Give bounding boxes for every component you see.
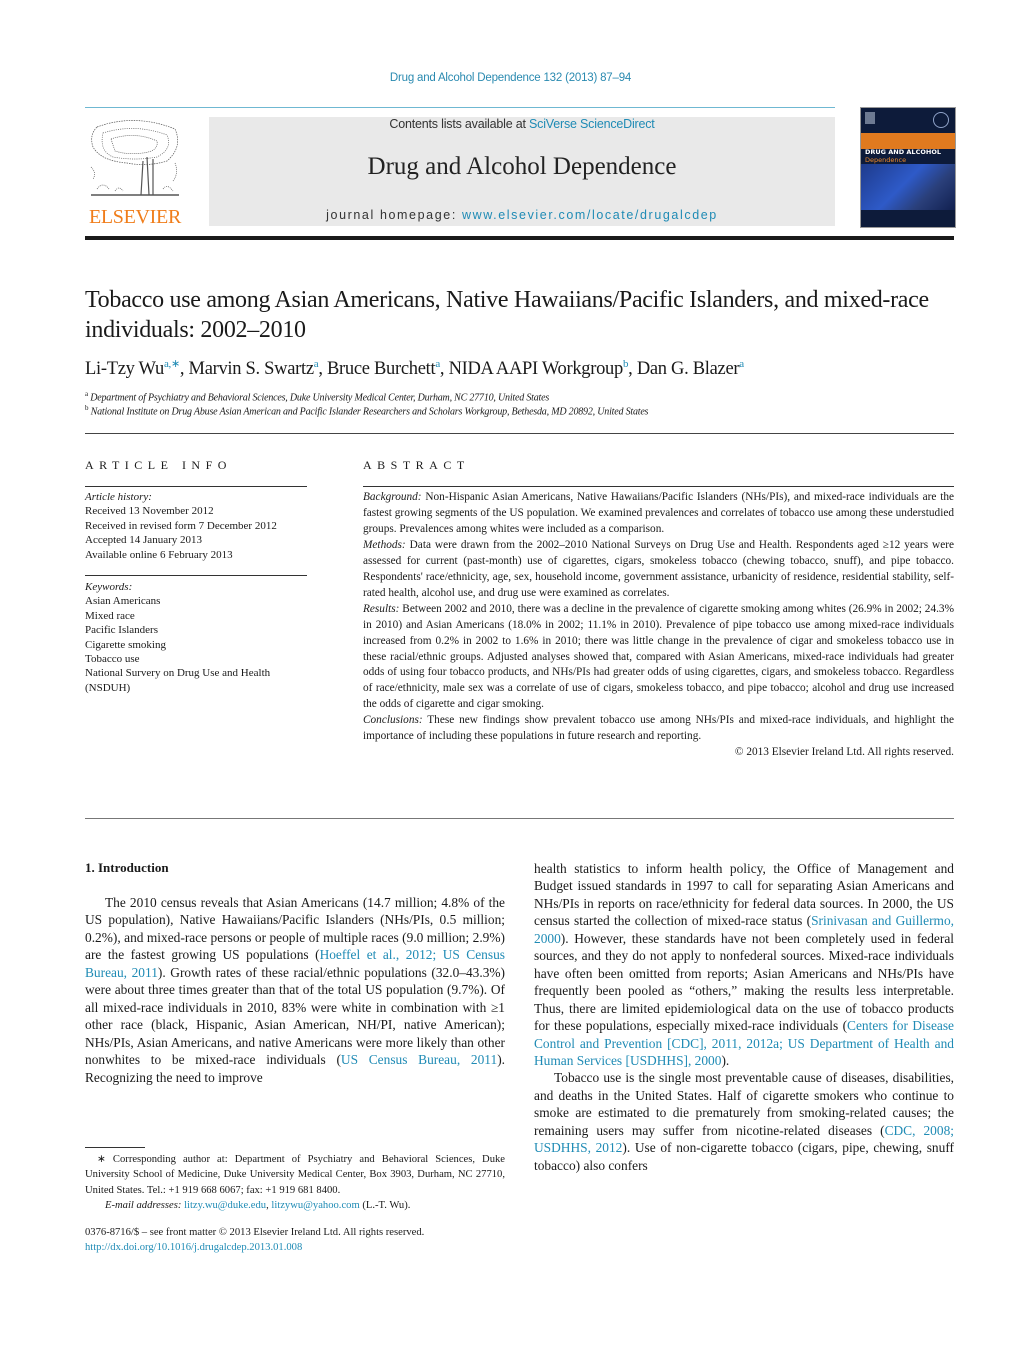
background-label: Background: xyxy=(363,491,422,503)
cover-subtitle: Dependence xyxy=(865,156,907,164)
article-info-heading: ARTICLE INFO xyxy=(85,458,232,472)
history-item: Accepted 14 January 2013 xyxy=(85,534,202,547)
abstract-conclusions: Conclusions: These new findings show pre… xyxy=(363,713,954,745)
elsevier-wordmark: ELSEVIER xyxy=(88,206,182,228)
body-column-left: The 2010 census reveals that Asian Ameri… xyxy=(85,894,505,1086)
email-suffix: (L.-T. Wu). xyxy=(359,1200,411,1212)
author-separator: , xyxy=(628,359,637,380)
keyword: Tobacco use xyxy=(85,653,140,666)
contents-prefix: Contents lists available at xyxy=(389,117,530,131)
keywords: Keywords: Asian Americans Mixed race Pac… xyxy=(85,580,325,695)
cover-photo xyxy=(861,164,955,210)
elsevier-logo[interactable]: ELSEVIER xyxy=(85,117,185,229)
affiliation-b: b National Institute on Drug Abuse Asian… xyxy=(85,404,965,417)
divider xyxy=(85,575,307,576)
background-text: Non-Hispanic Asian Americans, Native Haw… xyxy=(363,491,954,535)
journal-cover-thumbnail[interactable]: DRUG AND ALCOHOL Dependence xyxy=(860,107,956,228)
doi-link[interactable]: http://dx.doi.org/10.1016/j.drugalcdep.2… xyxy=(85,1240,505,1255)
cover-seal-icon xyxy=(933,112,949,128)
paragraph: health statistics to inform health polic… xyxy=(534,860,954,1069)
abstract-heading: ABSTRACT xyxy=(363,458,470,472)
author-affiliation-mark[interactable]: a xyxy=(739,358,744,370)
homepage-prefix: journal homepage: xyxy=(326,208,462,222)
email-link-duke[interactable]: litzy.wu@duke.edu xyxy=(184,1200,266,1211)
section-heading-introduction: 1. Introduction xyxy=(85,860,169,875)
divider xyxy=(85,433,954,434)
author-name[interactable]: Bruce Burchett xyxy=(327,359,436,379)
email-label: E-mail addresses: xyxy=(105,1200,182,1212)
keyword: (NSDUH) xyxy=(85,681,131,694)
abstract-methods: Methods: Data were drawn from the 2002–2… xyxy=(363,538,954,602)
elsevier-tree-icon xyxy=(87,117,183,201)
footnote-divider xyxy=(85,1147,145,1148)
body-column-right: health statistics to inform health polic… xyxy=(534,860,954,1174)
affiliation-mark: a xyxy=(85,390,88,398)
header-divider xyxy=(85,107,835,108)
abstract-background: Background: Non-Hispanic Asian Americans… xyxy=(363,490,954,538)
history-item: Available online 6 February 2013 xyxy=(85,548,233,561)
header-thick-divider xyxy=(85,236,954,240)
contents-line: Contents lists available at SciVerse Sci… xyxy=(209,117,835,131)
conclusions-text: These new findings show prevalent tobacc… xyxy=(363,714,954,743)
citation-link[interactable]: US Census Bureau, 2011 xyxy=(341,1052,497,1067)
methods-label: Methods: xyxy=(363,538,406,551)
divider xyxy=(85,818,954,819)
keyword: Cigarette smoking xyxy=(85,638,166,651)
abstract-results: Results: Between 2002 and 2010, there wa… xyxy=(363,602,954,714)
email-link-yahoo[interactable]: litzywu@yahoo.com xyxy=(271,1200,359,1211)
keywords-label: Keywords: xyxy=(85,581,133,593)
journal-homepage-line: journal homepage: www.elsevier.com/locat… xyxy=(209,208,835,222)
journal-reference-link[interactable]: Drug and Alcohol Dependence 132 (2013) 8… xyxy=(0,72,1021,84)
article-history: Article history: Received 13 November 20… xyxy=(85,490,325,562)
journal-masthead: Contents lists available at SciVerse Sci… xyxy=(209,117,835,226)
history-item: Received 13 November 2012 xyxy=(85,505,214,518)
author-name[interactable]: Dan G. Blazer xyxy=(637,359,740,379)
journal-title: Drug and Alcohol Dependence xyxy=(367,153,677,180)
paragraph: The 2010 census reveals that Asian Ameri… xyxy=(85,894,505,1086)
cover-title: DRUG AND ALCOHOL xyxy=(865,148,941,156)
author-list: Li-Tzy Wua,∗, Marvin S. Swartz a, Bruce B… xyxy=(85,357,965,380)
author-separator: , xyxy=(318,359,327,380)
affiliation-text: National Institute on Drug Abuse Asian A… xyxy=(90,406,649,418)
cover-orange-band xyxy=(861,133,955,149)
corresponding-author-footnote: ∗ Corresponding author at: Department of… xyxy=(85,1152,505,1214)
issn-line: 0376-8716/$ – see front matter © 2013 El… xyxy=(85,1227,425,1238)
affiliation-text: Department of Psychiatry and Behavioral … xyxy=(90,392,550,404)
author-name[interactable]: NIDA AAPI Workgroup xyxy=(449,359,624,379)
journal-homepage-link[interactable]: www.elsevier.com/locate/drugalcdep xyxy=(462,208,718,222)
author-affiliation-mark[interactable]: a,∗ xyxy=(164,358,180,370)
keyword: National Survery on Drug Use and Health xyxy=(85,667,271,680)
history-item: Received in revised form 7 December 2012 xyxy=(85,519,277,532)
divider xyxy=(363,486,954,487)
abstract-copyright: © 2013 Elsevier Ireland Ltd. All rights … xyxy=(734,746,954,759)
paragraph-text: ). xyxy=(721,1052,730,1068)
front-matter: 0376-8716/$ – see front matter © 2013 El… xyxy=(85,1225,505,1256)
paragraph: Tobacco use is the single most preventab… xyxy=(534,1069,954,1174)
affiliation-mark: b xyxy=(85,404,89,412)
article-title: Tobacco use among Asian Americans, Nativ… xyxy=(85,287,929,343)
keyword: Mixed race xyxy=(85,609,135,622)
author-name[interactable]: Li-Tzy Wu xyxy=(85,359,164,379)
divider xyxy=(85,486,307,487)
results-label: Results: xyxy=(363,602,400,615)
cover-elsevier-logo-icon xyxy=(865,112,875,124)
conclusions-label: Conclusions: xyxy=(363,714,423,727)
author-separator: , xyxy=(439,359,449,380)
methods-text: Data were drawn from the 2002–2010 Natio… xyxy=(363,538,954,599)
abstract-body: Background: Non-Hispanic Asian Americans… xyxy=(363,490,954,761)
corresponding-author-text: ∗ Corresponding author at: Department of… xyxy=(85,1154,505,1196)
keyword: Asian Americans xyxy=(85,595,161,608)
author-separator: , xyxy=(179,359,189,380)
sciencedirect-link[interactable]: SciVerse ScienceDirect xyxy=(529,117,655,131)
email-line: E-mail addresses: litzy.wu@duke.edu, lit… xyxy=(105,1200,411,1212)
affiliation-a: a Department of Psychiatry and Behaviora… xyxy=(85,390,965,403)
keyword: Pacific Islanders xyxy=(85,624,158,637)
author-name[interactable]: Marvin S. Swartz xyxy=(189,359,315,379)
article-history-label: Article history: xyxy=(85,491,152,503)
results-text: Between 2002 and 2010, there was a decli… xyxy=(363,602,954,711)
